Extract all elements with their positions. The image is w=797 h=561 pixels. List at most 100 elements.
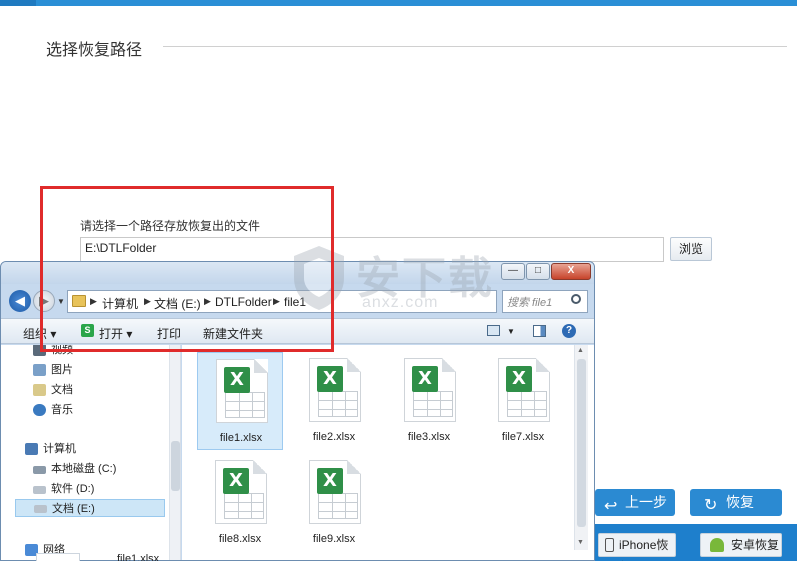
iphone-icon: [605, 538, 614, 552]
nav-item-label: 图片: [51, 364, 73, 376]
computer-icon: [25, 443, 38, 455]
scrollbar-thumb[interactable]: [171, 441, 180, 491]
new-folder-button[interactable]: 新建文件夹: [203, 325, 263, 342]
nav-item-music[interactable]: 音乐: [31, 401, 73, 419]
organize-menu[interactable]: 组织 ▾: [23, 325, 56, 342]
excel-badge-icon: X: [506, 366, 532, 392]
nav-scrollbar[interactable]: [169, 345, 180, 560]
dialog-titlebar[interactable]: — □ X: [1, 262, 594, 284]
documents-library-icon: [33, 384, 46, 396]
nav-item-label: 音乐: [51, 404, 73, 416]
breadcrumb-current[interactable]: file1: [284, 295, 306, 309]
nav-item-label: 视频: [51, 345, 73, 356]
app-top-strip: [0, 0, 797, 6]
recover-button[interactable]: ↻ 恢复: [690, 489, 782, 516]
refresh-icon: ↻: [704, 497, 718, 514]
address-field[interactable]: ▶ 计算机 ▶ 文档 (E:) ▶ DTLFolder ▶ file1 ▼ ↻: [67, 290, 557, 313]
chevron-right-icon: ▶: [273, 296, 280, 306]
browse-button[interactable]: 浏览: [670, 237, 712, 261]
previous-step-label: 上一步: [625, 494, 667, 510]
print-button[interactable]: 打印: [157, 325, 181, 342]
path-prompt: 请选择一个路径存放恢复出的文件: [80, 219, 261, 233]
path-input[interactable]: E:\DTLFolder: [80, 237, 664, 262]
status-file-icon: [36, 553, 80, 561]
nav-item-label: 计算机: [43, 443, 76, 455]
nav-item-drive-c[interactable]: 本地磁盘 (C:): [31, 460, 116, 478]
maximize-button[interactable]: □: [526, 263, 550, 280]
file-name: file2.xlsx: [312, 431, 356, 443]
nav-item-label: 本地磁盘 (C:): [51, 463, 117, 475]
breadcrumb-drive[interactable]: 文档 (E:): [154, 295, 201, 312]
iphone-recovery-button[interactable]: iPhone恢复: [598, 533, 676, 561]
file-name: file3.xlsx: [407, 431, 451, 443]
file-name: file7.xlsx: [501, 431, 545, 443]
nav-item-label: 文档 (E:): [52, 503, 95, 515]
view-options-icon[interactable]: [487, 325, 500, 336]
android-recovery-label: 安卓恢复: [731, 538, 780, 552]
nav-item-documents[interactable]: 文档: [31, 381, 73, 399]
excel-badge-icon: X: [317, 366, 343, 392]
recent-pages-dropdown[interactable]: ▼: [57, 297, 65, 306]
chevron-right-icon: ▶: [144, 296, 151, 306]
content-scrollbar[interactable]: ▲ ▼: [574, 345, 588, 550]
android-recovery-button[interactable]: 安卓恢复: [700, 533, 782, 557]
android-icon: [710, 538, 724, 552]
previous-step-button[interactable]: ↩ 上一步: [595, 489, 675, 516]
nav-item-computer[interactable]: 计算机: [23, 440, 76, 458]
file-item[interactable]: X file9.xlsx: [291, 454, 377, 552]
nav-item-videos[interactable]: 视频: [31, 345, 73, 359]
preview-pane-icon[interactable]: [533, 325, 546, 337]
file-name: file1.xlsx: [219, 432, 263, 444]
drive-icon: [34, 505, 47, 513]
file-name: file9.xlsx: [312, 533, 356, 545]
scroll-up-icon[interactable]: ▲: [577, 347, 584, 354]
address-bar: ◀ ▶ ▼ ▶ 计算机 ▶ 文档 (E:) ▶ DTLFolder ▶ file…: [1, 286, 594, 316]
back-button[interactable]: ◀: [9, 290, 31, 312]
status-file-name: file1.xlsx: [117, 553, 160, 561]
file-item[interactable]: X file1.xlsx: [197, 352, 283, 450]
folder-icon: [72, 295, 86, 307]
view-dropdown-icon[interactable]: ▼: [507, 327, 515, 336]
file-list: X file1.xlsx X file2.xlsx X file3.xlsx X…: [182, 345, 594, 560]
excel-badge-icon: X: [224, 367, 250, 393]
search-icon[interactable]: [571, 294, 581, 304]
drive-icon: [33, 486, 46, 494]
file-item[interactable]: X file7.xlsx: [480, 352, 566, 450]
scroll-down-icon[interactable]: ▼: [577, 539, 584, 546]
nav-item-drive-d[interactable]: 软件 (D:): [31, 480, 94, 498]
file-item[interactable]: X file8.xlsx: [197, 454, 283, 552]
file-item[interactable]: X file3.xlsx: [386, 352, 472, 450]
excel-badge-icon: X: [223, 468, 249, 494]
file-explorer-dialog: — □ X ◀ ▶ ▼ ▶ 计算机 ▶ 文档 (E:) ▶ DTLFolder …: [0, 261, 595, 561]
chevron-right-icon: ▶: [204, 296, 211, 306]
help-icon[interactable]: ?: [562, 324, 576, 338]
music-library-icon: [33, 404, 46, 416]
open-app-icon: S: [81, 324, 94, 337]
nav-item-pictures[interactable]: 图片: [31, 361, 73, 379]
breadcrumb-folder[interactable]: DTLFolder: [215, 295, 272, 309]
minimize-button[interactable]: —: [501, 263, 525, 280]
back-arrow-icon: ↩: [604, 498, 618, 515]
recover-label: 恢复: [726, 494, 754, 510]
close-button[interactable]: X: [551, 263, 591, 280]
video-library-icon: [33, 345, 46, 356]
recovery-app: 选择恢复路径 请选择一个路径存放恢复出的文件 E:\DTLFolder 浏览 安…: [0, 0, 797, 561]
app-menu-corner[interactable]: [0, 0, 36, 6]
pictures-library-icon: [33, 364, 46, 376]
nav-item-drive-e[interactable]: 文档 (E:): [15, 499, 165, 517]
nav-item-label: 软件 (D:): [51, 483, 95, 495]
section-divider: [163, 46, 787, 47]
forward-button[interactable]: ▶: [33, 290, 55, 312]
drive-icon: [33, 466, 46, 474]
file-name: file8.xlsx: [218, 533, 262, 545]
breadcrumb-computer[interactable]: 计算机: [102, 295, 138, 312]
section-title: 选择恢复路径: [46, 42, 143, 59]
excel-badge-icon: X: [317, 468, 343, 494]
nav-item-label: 文档: [51, 384, 73, 396]
navigation-pane: 视频 图片 文档 音乐 计算机 本地磁盘 (C:) 软件 (D:) 文档 (E:…: [1, 345, 181, 560]
open-menu[interactable]: 打开 ▾: [99, 325, 132, 342]
scrollbar-thumb[interactable]: [577, 359, 586, 527]
excel-badge-icon: X: [412, 366, 438, 392]
file-item[interactable]: X file2.xlsx: [291, 352, 377, 450]
chevron-right-icon: ▶: [90, 296, 97, 306]
